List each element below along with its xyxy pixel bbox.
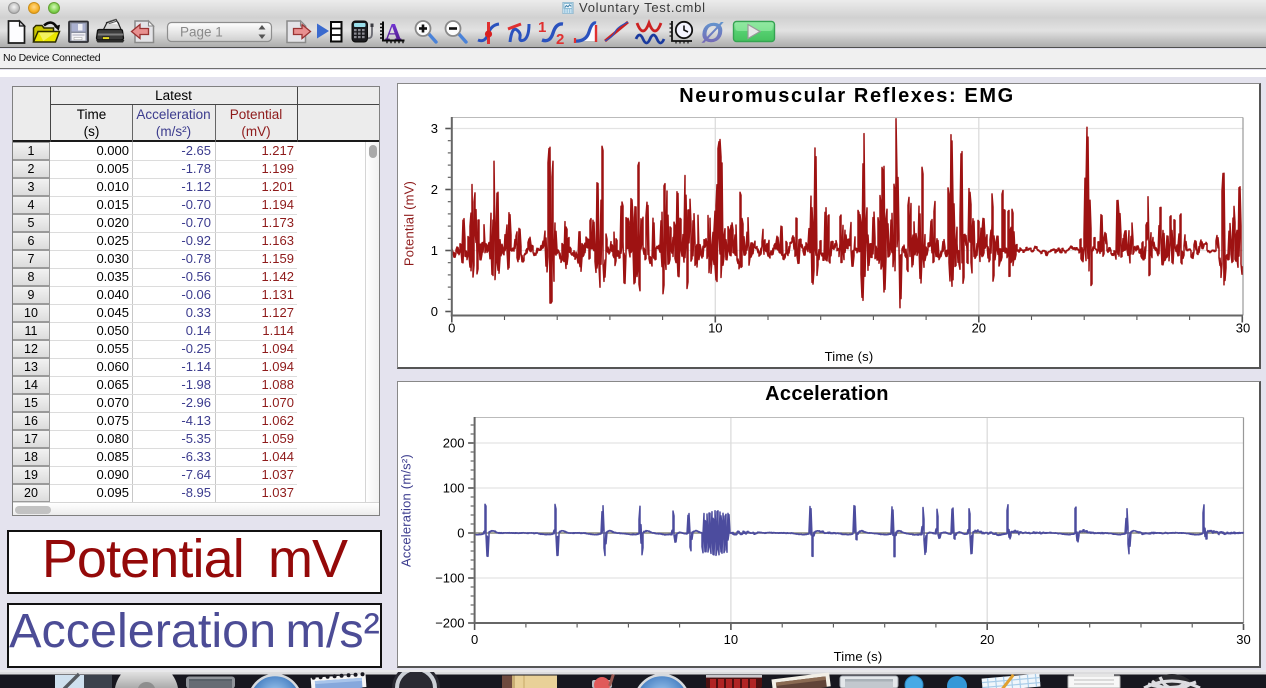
svg-text:0: 0 bbox=[431, 304, 438, 319]
svg-text:0: 0 bbox=[457, 526, 464, 541]
svg-text:2: 2 bbox=[556, 31, 564, 48]
svg-text:Ø: Ø bbox=[701, 17, 724, 48]
svg-text:10: 10 bbox=[724, 632, 738, 647]
svg-text:−100: −100 bbox=[435, 571, 464, 586]
svg-text:20: 20 bbox=[972, 321, 986, 336]
svg-text:A: A bbox=[385, 20, 402, 45]
svg-text:1: 1 bbox=[538, 19, 546, 36]
svg-text:0: 0 bbox=[448, 321, 455, 336]
svg-text:100: 100 bbox=[443, 481, 465, 496]
svg-text:−200: −200 bbox=[435, 616, 464, 631]
svg-text:10: 10 bbox=[708, 321, 722, 336]
svg-text:3: 3 bbox=[431, 121, 438, 136]
svg-text:200: 200 bbox=[443, 436, 465, 451]
svg-text:0: 0 bbox=[471, 632, 478, 647]
svg-text:30: 30 bbox=[1236, 632, 1250, 647]
svg-text:1: 1 bbox=[431, 243, 438, 258]
svg-text:Page 1: Page 1 bbox=[180, 25, 223, 40]
svg-text:2: 2 bbox=[431, 182, 438, 197]
svg-text:20: 20 bbox=[980, 632, 994, 647]
svg-text:30: 30 bbox=[1236, 321, 1250, 336]
